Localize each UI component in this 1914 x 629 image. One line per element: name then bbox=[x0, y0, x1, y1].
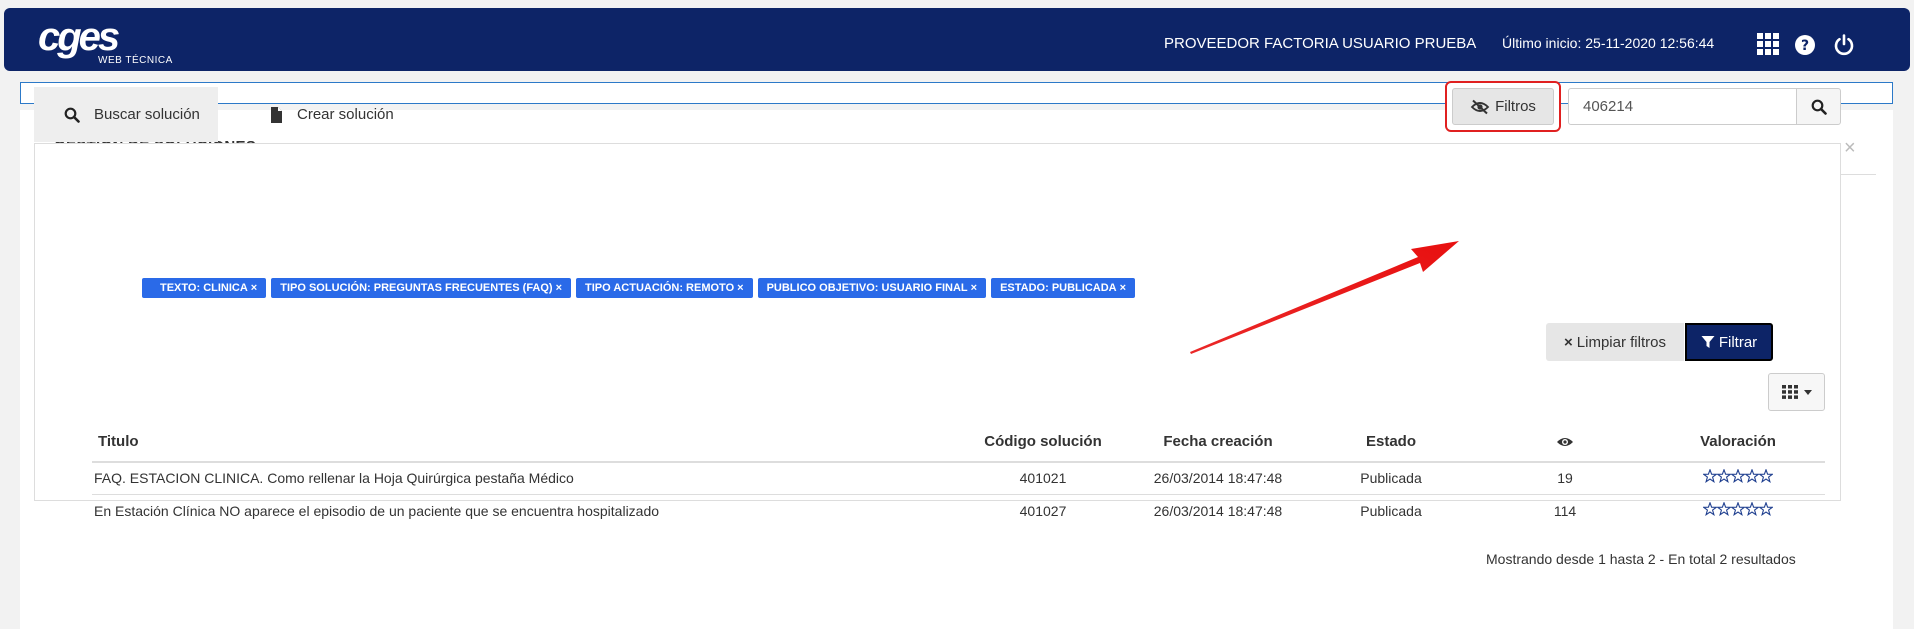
solution-search-input[interactable]: 406214 bbox=[1568, 88, 1797, 125]
rating-stars bbox=[1703, 469, 1773, 483]
columns-grid-icon bbox=[1781, 385, 1798, 399]
remove-tag-icon[interactable]: × bbox=[971, 282, 977, 294]
cges-logo[interactable]: cges WEB TÉCNICA bbox=[38, 15, 188, 66]
eye-slash-icon bbox=[1470, 99, 1490, 114]
tab-search-solution[interactable]: Buscar solución bbox=[34, 87, 218, 142]
row-divider bbox=[92, 494, 1825, 495]
power-icon[interactable] bbox=[1832, 33, 1856, 57]
star-icon bbox=[1731, 502, 1745, 516]
filter-tag[interactable]: TEXTO: CLINICA × bbox=[142, 278, 267, 298]
views-eye-icon[interactable] bbox=[1556, 436, 1574, 448]
apply-filter-button[interactable]: Filtrar bbox=[1685, 323, 1773, 361]
search-icon bbox=[64, 107, 80, 123]
star-icon bbox=[1745, 502, 1759, 516]
active-filter-tags: TEXTO: CLINICA × TIPO SOLUCIÓN: PREGUNTAS… bbox=[142, 278, 1136, 298]
search-icon bbox=[1811, 99, 1827, 115]
apps-grid-icon[interactable] bbox=[1756, 32, 1780, 56]
remove-tag-icon[interactable]: × bbox=[737, 282, 743, 294]
remove-tag-icon[interactable]: × bbox=[1120, 282, 1126, 294]
logo-wordmark: cges bbox=[38, 15, 120, 59]
column-header-status[interactable]: Estado bbox=[1366, 433, 1416, 450]
tab-create-solution[interactable]: Crear solución bbox=[270, 87, 394, 142]
search-button[interactable] bbox=[1796, 88, 1841, 125]
rating-stars bbox=[1703, 502, 1773, 516]
filter-tag[interactable]: ESTADO: PUBLICADA × bbox=[991, 278, 1136, 298]
star-icon bbox=[1717, 469, 1731, 483]
svg-text:?: ? bbox=[1801, 38, 1809, 54]
star-icon bbox=[1759, 502, 1773, 516]
star-icon bbox=[1759, 469, 1773, 483]
star-icon bbox=[1703, 469, 1717, 483]
row-code: 401027 bbox=[1019, 503, 1067, 519]
star-icon bbox=[1731, 469, 1745, 483]
tab-create-label: Crear solución bbox=[297, 106, 394, 123]
row-status: Publicada bbox=[1360, 470, 1422, 486]
row-views: 19 bbox=[1557, 470, 1573, 486]
column-header-title[interactable]: Titulo bbox=[98, 433, 139, 450]
pagination-info: Mostrando desde 1 hasta 2 - En total 2 r… bbox=[1486, 551, 1796, 567]
column-header-code[interactable]: Código solución bbox=[984, 433, 1102, 450]
top-header-bar: cges WEB TÉCNICA PROVEEDOR FACTORIA USUA… bbox=[4, 8, 1910, 71]
times-icon: × bbox=[1564, 333, 1573, 351]
star-icon bbox=[1717, 502, 1731, 516]
row-views: 114 bbox=[1553, 503, 1577, 519]
close-icon[interactable]: × bbox=[1844, 138, 1856, 158]
funnel-icon bbox=[1701, 336, 1715, 348]
filters-toggle-button[interactable]: Filtros bbox=[1452, 88, 1554, 125]
column-header-date[interactable]: Fecha creación bbox=[1163, 433, 1272, 450]
last-login: Último inicio: 25-11-2020 12:56:44 bbox=[1502, 35, 1715, 51]
row-date: 26/03/2014 18:47:48 bbox=[1153, 470, 1283, 486]
remove-tag-icon[interactable]: × bbox=[251, 282, 257, 294]
clear-filters-label: Limpiar filtros bbox=[1576, 333, 1666, 351]
star-icon bbox=[1745, 469, 1759, 483]
filter-tag[interactable]: PUBLICO OBJETIVO: USUARIO FINAL × bbox=[757, 278, 987, 298]
row-title[interactable]: En Estación Clínica NO aparece el episod… bbox=[94, 503, 659, 519]
column-header-rating[interactable]: Valoración bbox=[1700, 433, 1776, 450]
row-code: 401021 bbox=[1019, 470, 1067, 486]
file-icon bbox=[271, 106, 282, 123]
remove-tag-icon[interactable]: × bbox=[556, 282, 562, 294]
filters-label: Filtros bbox=[1495, 98, 1536, 115]
row-status: Publicada bbox=[1360, 503, 1422, 519]
filters-highlight: Filtros bbox=[1445, 81, 1561, 132]
apply-filter-label: Filtrar bbox=[1718, 333, 1758, 351]
column-chooser-button[interactable] bbox=[1768, 373, 1825, 411]
filter-tag[interactable]: TIPO SOLUCIÓN: PREGUNTAS FRECUENTES (FAQ… bbox=[271, 278, 572, 298]
row-title[interactable]: FAQ. ESTACION CLINICA. Como rellenar la … bbox=[94, 470, 574, 486]
caret-down-icon bbox=[1803, 389, 1812, 395]
logo-subtitle: WEB TÉCNICA bbox=[98, 55, 173, 66]
row-date: 26/03/2014 18:47:48 bbox=[1153, 503, 1283, 519]
help-icon[interactable]: ? bbox=[1794, 34, 1816, 56]
clear-filters-button[interactable]: × Limpiar filtros bbox=[1546, 323, 1684, 361]
user-name: PROVEEDOR FACTORIA USUARIO PRUEBA bbox=[1164, 35, 1477, 52]
filter-tag[interactable]: TIPO ACTUACIÓN: REMOTO × bbox=[576, 278, 753, 298]
star-icon bbox=[1703, 502, 1717, 516]
table-header-divider bbox=[92, 461, 1825, 463]
tab-search-label: Buscar solución bbox=[94, 106, 200, 123]
